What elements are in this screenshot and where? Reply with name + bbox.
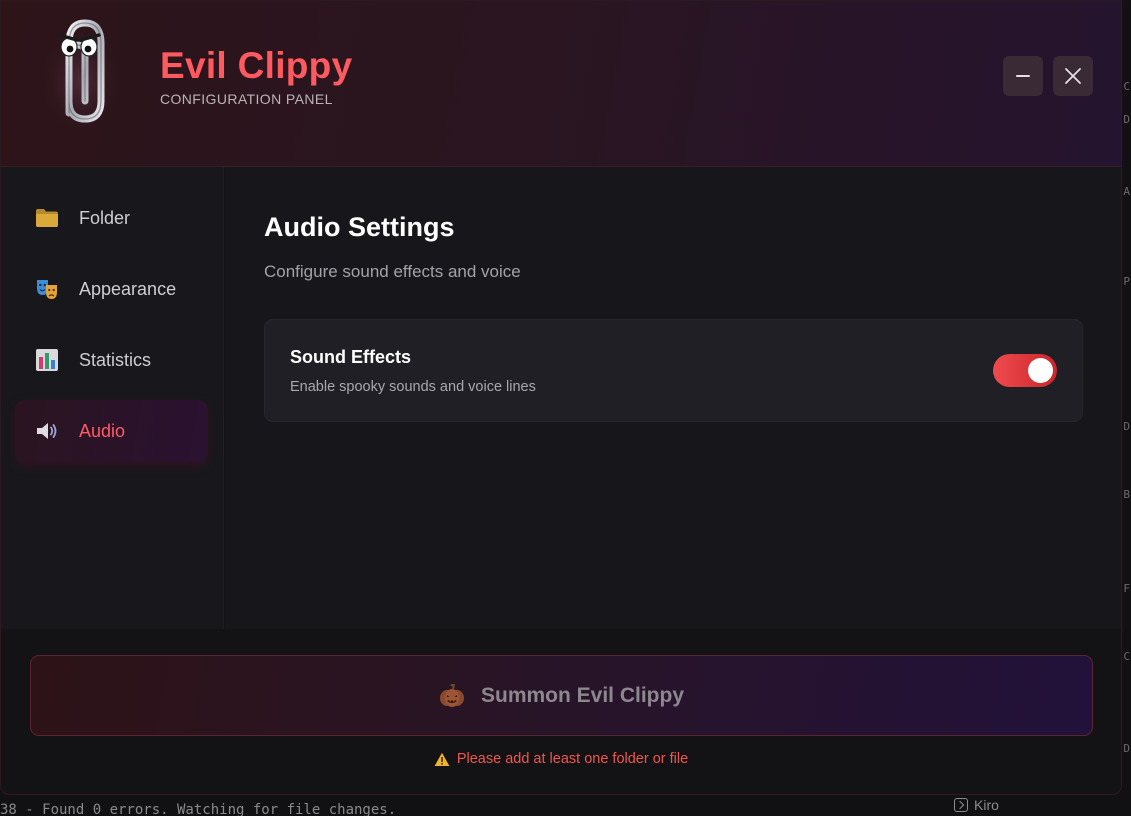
summon-button-label: Summon Evil Clippy bbox=[480, 683, 685, 707]
edge-char: D bbox=[1123, 742, 1130, 755]
app-title: Evil Clippy bbox=[160, 45, 353, 86]
app-subtitle: CONFIGURATION PANEL bbox=[160, 91, 333, 107]
taskbar-kiro[interactable]: Kiro bbox=[954, 795, 999, 815]
speaker-icon bbox=[37, 423, 57, 439]
validation-warning: Please add at least one folder or file bbox=[1, 751, 1121, 767]
terminal-output-line: 38 - Found 0 errors. Watching for file c… bbox=[0, 802, 397, 816]
sidebar-item-label: Statistics bbox=[79, 349, 152, 370]
sidebar: Folder Appearance Statistics Audio bbox=[1, 167, 224, 629]
close-button[interactable] bbox=[1053, 56, 1093, 96]
edge-char: F bbox=[1123, 582, 1130, 595]
edge-char: A bbox=[1123, 185, 1130, 198]
terminal-icon bbox=[954, 798, 968, 812]
close-icon bbox=[1065, 68, 1081, 84]
window-footer: Summon Evil Clippy Please add at least o… bbox=[1, 629, 1121, 794]
background-right-strip: C D A P D B F C D bbox=[1121, 0, 1131, 790]
edge-char: P bbox=[1123, 275, 1130, 288]
sidebar-item-audio[interactable]: Audio bbox=[15, 400, 208, 462]
folder-icon bbox=[36, 209, 58, 227]
minimize-button[interactable] bbox=[1003, 56, 1043, 96]
warning-text: Please add at least one folder or file bbox=[456, 751, 689, 767]
setting-card-sound-effects: Sound Effects Enable spooky sounds and v… bbox=[264, 319, 1083, 422]
setting-description: Enable spooky sounds and voice lines bbox=[290, 379, 536, 395]
sidebar-item-statistics[interactable]: Statistics bbox=[15, 329, 208, 391]
page-subtitle: Configure sound effects and voice bbox=[264, 262, 521, 281]
window-header[interactable]: Evil Clippy CONFIGURATION PANEL bbox=[1, 1, 1121, 167]
page-title: Audio Settings bbox=[264, 212, 455, 242]
taskbar-kiro-label: Kiro bbox=[974, 797, 999, 813]
theater-masks-icon bbox=[37, 280, 57, 299]
edge-char: C bbox=[1123, 650, 1130, 663]
config-window: Evil Clippy CONFIGURATION PANEL Folder A… bbox=[0, 0, 1122, 795]
sidebar-item-folder[interactable]: Folder bbox=[15, 187, 208, 249]
edge-char: D bbox=[1123, 113, 1130, 126]
edge-char: D bbox=[1123, 420, 1130, 433]
edge-char: B bbox=[1123, 488, 1130, 501]
warning-icon bbox=[434, 752, 450, 766]
sidebar-item-label: Folder bbox=[79, 207, 131, 228]
sidebar-item-label: Audio bbox=[79, 420, 126, 441]
bar-chart-icon bbox=[36, 349, 58, 371]
minimize-icon bbox=[1016, 74, 1030, 78]
pumpkin-icon bbox=[439, 683, 464, 707]
summon-button[interactable]: Summon Evil Clippy bbox=[30, 655, 1093, 736]
clippy-logo-icon bbox=[41, 19, 121, 129]
edge-char: C bbox=[1123, 80, 1130, 93]
sidebar-item-label: Appearance bbox=[79, 278, 177, 299]
main-content: Audio Settings Configure sound effects a… bbox=[225, 167, 1121, 629]
sidebar-item-appearance[interactable]: Appearance bbox=[15, 258, 208, 320]
toggle-knob bbox=[1028, 358, 1053, 383]
sound-effects-toggle[interactable] bbox=[993, 354, 1057, 387]
setting-title: Sound Effects bbox=[290, 347, 412, 367]
